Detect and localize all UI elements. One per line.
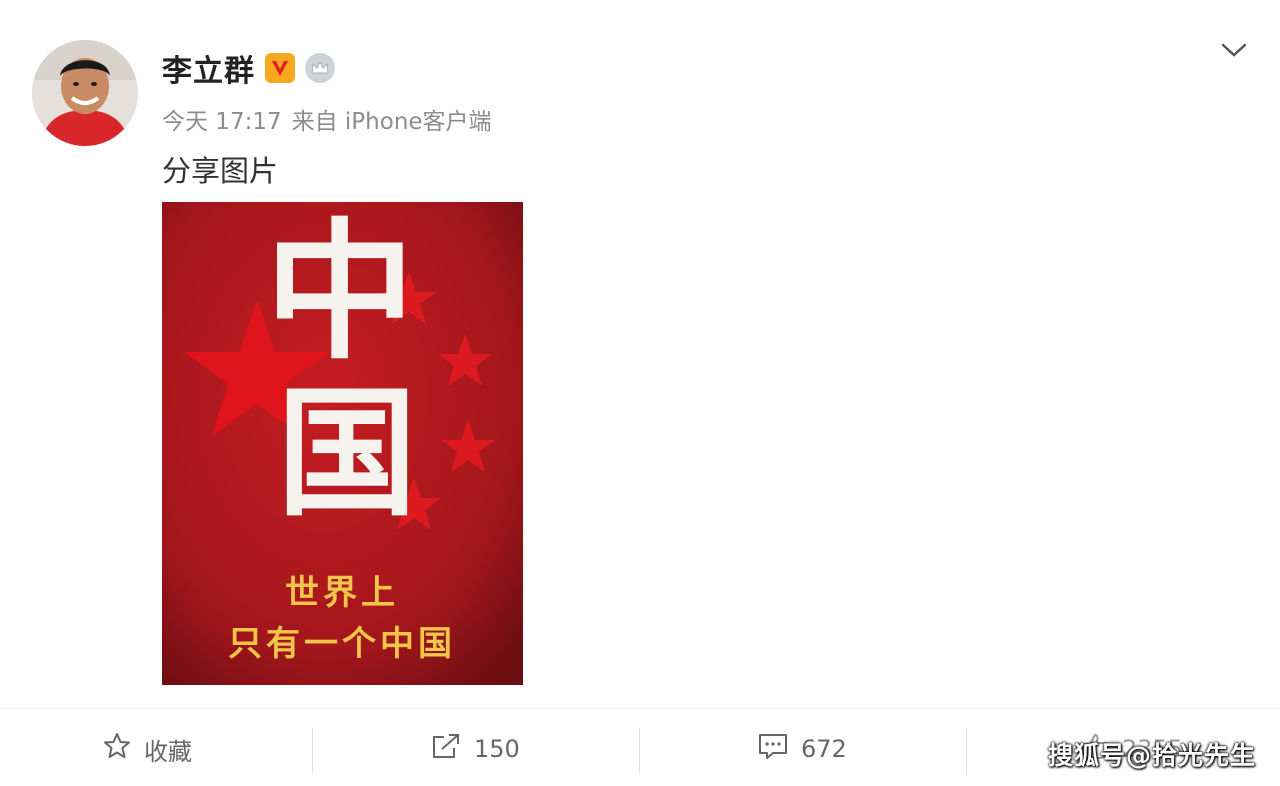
- weibo-post-card: 李立群 今天 17:17 来自 iPhone客户端 分享图片 中 国 世界上 只…: [0, 0, 1280, 786]
- action-divider: [0, 708, 1280, 709]
- big-char-1: 中: [265, 204, 415, 380]
- favorite-button[interactable]: 收藏: [102, 712, 192, 786]
- post-source: 来自 iPhone客户端: [291, 109, 492, 135]
- verified-v-icon: [265, 53, 295, 83]
- username[interactable]: 李立群: [162, 46, 255, 90]
- share-count: 150: [474, 735, 520, 763]
- comment-button[interactable]: 672: [757, 712, 847, 786]
- big-char-2: 国: [277, 372, 417, 536]
- action-separator: [312, 728, 313, 774]
- action-separator: [639, 728, 640, 774]
- name-row: 李立群: [162, 46, 335, 90]
- star-icon: [102, 731, 132, 767]
- post-text: 分享图片: [162, 154, 279, 188]
- comment-icon: [757, 731, 789, 767]
- action-separator: [966, 728, 967, 774]
- comment-count: 672: [801, 735, 847, 763]
- post-time[interactable]: 今天 17:17: [162, 102, 282, 136]
- chevron-down-icon[interactable]: [1216, 36, 1252, 64]
- image-caption-line1: 世界上: [285, 573, 399, 613]
- post-image[interactable]: 中 国 世界上 只有一个中国: [162, 202, 523, 685]
- share-icon: [430, 731, 462, 767]
- post-meta: 今天 17:17 来自 iPhone客户端: [162, 102, 492, 136]
- favorite-label: 收藏: [144, 737, 192, 766]
- watermark: 搜狐号@拾光先生: [1048, 741, 1257, 770]
- image-caption-line2: 只有一个中国: [228, 624, 456, 664]
- user-avatar[interactable]: [32, 40, 138, 146]
- crown-icon: [305, 53, 335, 83]
- share-button[interactable]: 150: [430, 712, 520, 786]
